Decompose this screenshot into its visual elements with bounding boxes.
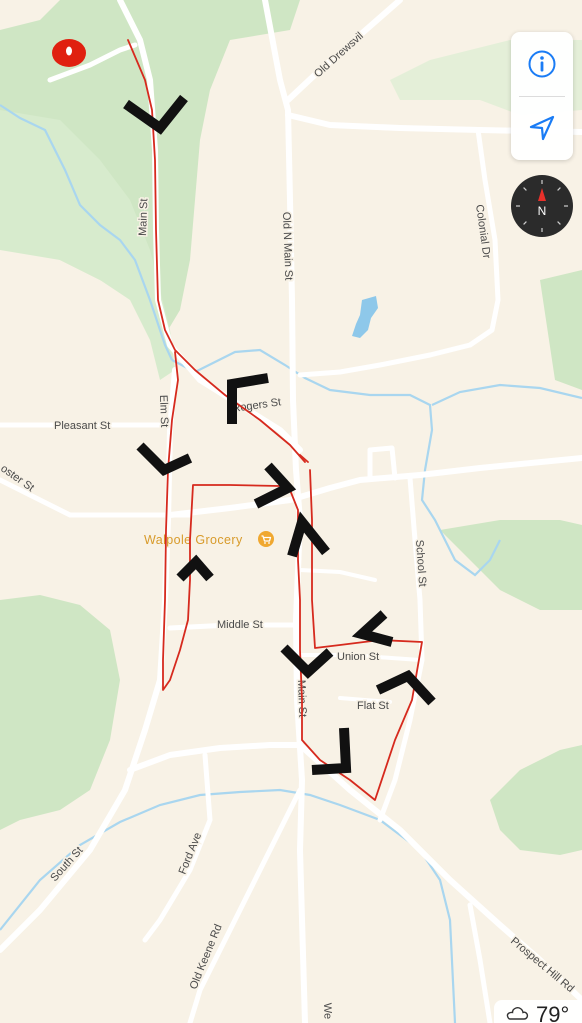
poi-label: Walpole Grocery — [144, 533, 243, 547]
check-mark-9 — [375, 669, 436, 706]
weather-badge[interactable]: 79° — [494, 1000, 582, 1023]
road-south-branch — [467, 902, 493, 1023]
label-ford-ave: Ford Ave — [177, 831, 205, 876]
road-cross-central — [167, 455, 582, 518]
cloud-icon — [506, 1006, 529, 1020]
label-old-drewsville: Old Drewsvil — [312, 30, 366, 80]
weather-temperature: 79° — [536, 1001, 570, 1023]
label-main-st-north: Main St — [137, 198, 150, 236]
label-flat-st: Flat St — [357, 700, 389, 712]
info-icon — [528, 50, 556, 78]
stream-south — [0, 788, 457, 1023]
park-area-southeast — [490, 745, 582, 855]
road-old-n-main — [262, 0, 308, 1023]
road-south-cross — [127, 742, 303, 773]
pond — [352, 296, 378, 338]
poi-walpole-grocery[interactable]: Walpole Grocery — [143, 531, 274, 549]
label-union-st: Union St — [337, 651, 379, 663]
label-elm-st: Elm St — [157, 395, 170, 428]
compass-button[interactable]: N — [511, 175, 573, 237]
locate-me-button[interactable] — [511, 97, 573, 161]
check-mark-7 — [280, 644, 334, 679]
info-button[interactable] — [511, 32, 573, 96]
label-old-n-main-st: Old N Main St — [280, 212, 294, 281]
label-school-st: School St — [413, 539, 428, 587]
label-pleasant-st: Pleasant St — [54, 420, 110, 432]
road-cross-loop — [367, 445, 398, 481]
map-canvas[interactable]: Old Drewsvil Colonial Dr Old N Main St M… — [0, 0, 582, 1023]
check-mark-8 — [351, 610, 394, 647]
label-middle-st: Middle St — [217, 619, 263, 631]
road-colonial-dr — [297, 127, 501, 378]
stream-east — [431, 383, 582, 406]
check-mark-5 — [287, 511, 330, 558]
park-area-west — [0, 595, 120, 830]
cart-icon — [258, 531, 274, 547]
label-we-st: We — [321, 1003, 334, 1020]
map-controls — [511, 32, 573, 160]
check-mark-3 — [136, 442, 193, 477]
start-marker — [52, 39, 86, 67]
park-area-east — [540, 270, 582, 390]
compass-icon: N — [516, 180, 568, 232]
road-ford-ave — [142, 752, 213, 943]
check-mark-6 — [176, 554, 214, 582]
location-arrow-icon — [529, 116, 555, 141]
label-prospect-hill-rd: Prospect Hill Rd — [508, 935, 576, 995]
compass-north-label: N — [538, 204, 547, 218]
